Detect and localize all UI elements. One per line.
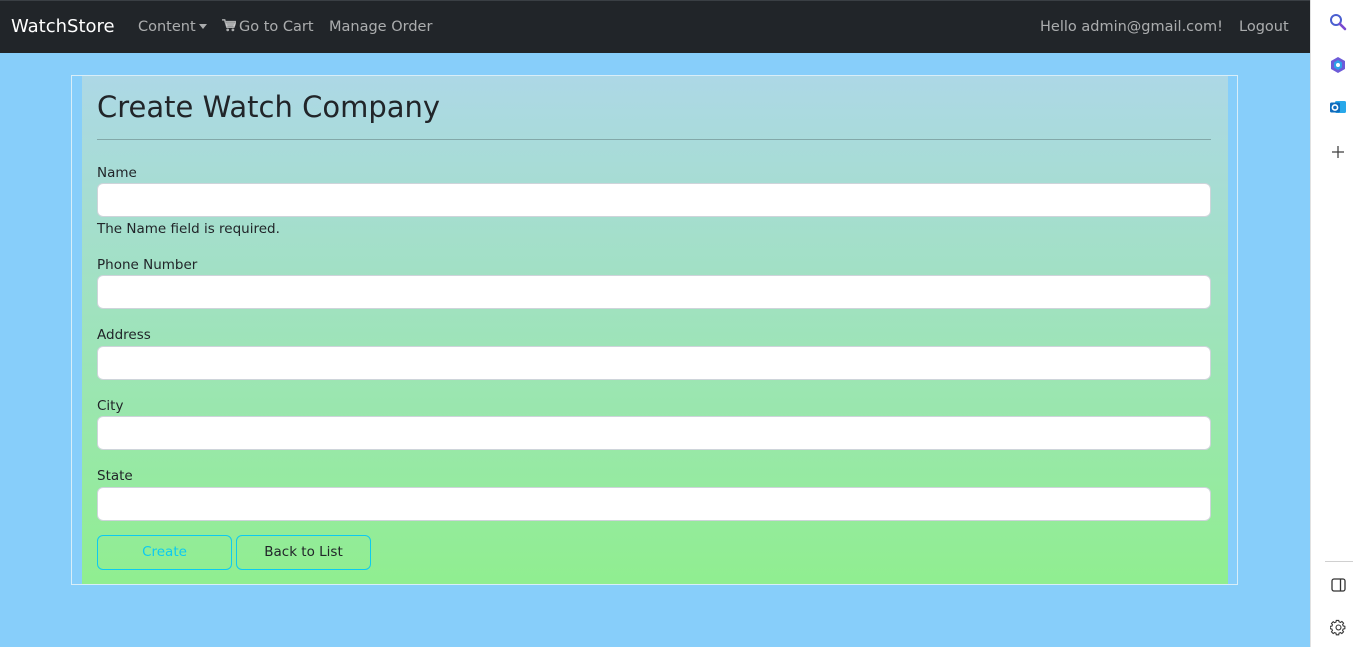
sidebar-divider [1325, 561, 1353, 562]
content-dropdown-label: Content [138, 19, 196, 35]
state-label: State [97, 468, 133, 484]
address-field[interactable] [97, 346, 1211, 380]
settings-icon[interactable] [1328, 617, 1348, 637]
name-field[interactable] [97, 183, 1211, 217]
search-icon[interactable] [1328, 12, 1348, 32]
content-dropdown[interactable]: Content [138, 18, 207, 36]
go-to-cart-link[interactable]: Go to Cart [222, 18, 314, 36]
address-label: Address [97, 327, 151, 343]
create-company-card: Create Watch Company Name The Name field… [82, 76, 1228, 584]
user-greeting: Hello admin@gmail.com! [1040, 19, 1223, 35]
brand-link[interactable]: WatchStore [11, 16, 115, 38]
phone-number-field[interactable] [97, 275, 1211, 309]
manage-order-link[interactable]: Manage Order [329, 18, 432, 36]
create-button[interactable]: Create [97, 535, 232, 570]
top-navbar: WatchStore Content Go to Cart Manage Ord… [0, 0, 1310, 53]
city-field[interactable] [97, 416, 1211, 450]
copilot-icon[interactable] [1328, 55, 1348, 75]
title-divider [97, 139, 1211, 140]
back-to-list-button[interactable]: Back to List [236, 535, 371, 570]
name-validation-error: The Name field is required. [97, 221, 280, 237]
go-to-cart-label: Go to Cart [239, 19, 314, 35]
name-label: Name [97, 165, 137, 181]
city-label: City [97, 398, 124, 414]
page-title: Create Watch Company [97, 90, 441, 124]
browser-sidebar [1310, 0, 1366, 647]
outlook-icon[interactable] [1328, 97, 1348, 117]
cart-icon [222, 19, 236, 32]
chevron-down-icon [198, 23, 207, 29]
state-field[interactable] [97, 487, 1211, 521]
sidebar-toggle-icon[interactable] [1328, 575, 1348, 595]
plus-icon[interactable] [1328, 142, 1348, 162]
logout-link[interactable]: Logout [1239, 18, 1289, 36]
phone-number-label: Phone Number [97, 257, 198, 273]
